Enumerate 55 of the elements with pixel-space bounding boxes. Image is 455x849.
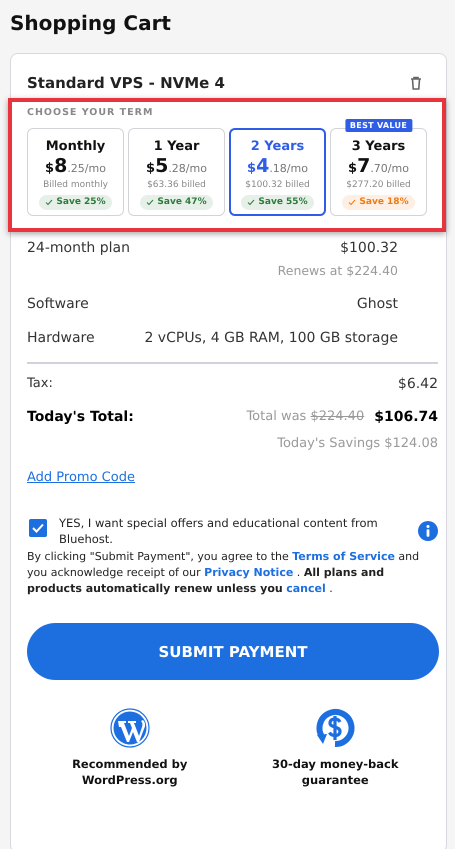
- term-option[interactable]: 1 Year $5.28/mo $63.36 billed Save 47%: [128, 128, 225, 216]
- consent-text: YES, I want special offers and educational content from Bluehost.: [59, 515, 379, 547]
- check-icon: [45, 199, 54, 206]
- feature-text: Recommended by WordPress.org: [71, 756, 188, 788]
- detail-label: 24-month plan: [27, 239, 130, 258]
- money-back-icon: [315, 708, 356, 748]
- tax-value: $6.42: [398, 375, 438, 393]
- detail-label: Software: [27, 295, 89, 314]
- savings-text: Save 25%: [56, 196, 106, 209]
- term-name: 1 Year: [154, 139, 200, 155]
- term-name: Monthly: [46, 139, 106, 155]
- savings-text: Today's Savings $124.08: [276, 435, 438, 453]
- total-label: Today's Total:: [27, 408, 134, 427]
- billed-text: Billed monthly: [43, 179, 108, 191]
- billed-text: $277.20 billed: [346, 179, 411, 191]
- savings-text: Save 18%: [359, 196, 409, 209]
- w-logo-icon: [110, 708, 150, 748]
- term-option[interactable]: 2 Years $4.18/mo $100.32 billed Save 55%: [229, 128, 326, 216]
- detail-label: Hardware: [27, 329, 95, 348]
- page-title: Shopping Cart: [9, 10, 172, 37]
- check-icon: [146, 199, 154, 206]
- term-price: $4.18/mo: [247, 156, 308, 179]
- billed-text: $100.32 billed: [245, 179, 310, 191]
- term-name: 2 Years: [250, 139, 304, 155]
- best-value-badge: BEST VALUE: [344, 119, 412, 132]
- detail-value: 2 vCPUs, 4 GB RAM, 100 GB storage: [144, 329, 398, 348]
- checkbox[interactable]: [29, 519, 47, 537]
- submit-payment-button[interactable]: SUBMIT PAYMENT: [27, 623, 439, 680]
- check-icon: [247, 199, 256, 206]
- savings-text: Save 55%: [258, 196, 308, 209]
- text-link[interactable]: Terms of Service: [292, 550, 395, 563]
- trash-icon[interactable]: [410, 76, 422, 90]
- original-total: Total was $224.40: [246, 408, 364, 426]
- feature-text: 30-day money-back guarantee: [270, 756, 400, 788]
- product-name: Standard VPS - NVMe 4: [27, 74, 225, 92]
- term-price: $8.25/mo: [45, 156, 106, 179]
- detail-value: $100.32: [340, 239, 398, 258]
- legal-text: By clicking "Submit Payment", you agree to the Terms of Service and you acknowledge receipt of our Privacy Notice . All plans and products automatically renew unless you cancel .: [27, 549, 420, 597]
- promo-code-link[interactable]: Add Promo Code: [27, 469, 135, 487]
- text-link[interactable]: Privacy Notice: [204, 566, 294, 579]
- section-label: CHOOSE YOUR TERM: [27, 107, 154, 119]
- term-price: $7.70/mo: [348, 156, 409, 179]
- total-value: $106.74: [374, 408, 438, 427]
- info-icon[interactable]: [418, 521, 438, 541]
- term-name: 3 Years: [352, 139, 406, 155]
- tax-label: Tax:: [27, 375, 53, 393]
- term-option[interactable]: Monthly $8.25/mo Billed monthly Save 25%: [27, 128, 124, 216]
- billed-text: $63.36 billed: [147, 179, 206, 191]
- term-option[interactable]: 3 Years $7.70/mo $277.20 billed Save 18%: [330, 128, 427, 216]
- check-icon: [348, 199, 356, 206]
- detail-value: Ghost: [356, 295, 398, 314]
- text-link[interactable]: cancel: [286, 582, 326, 595]
- term-price: $5.28/mo: [146, 156, 207, 179]
- savings-text: Save 47%: [157, 196, 207, 209]
- renewal-note: Renews at $224.40: [276, 262, 398, 280]
